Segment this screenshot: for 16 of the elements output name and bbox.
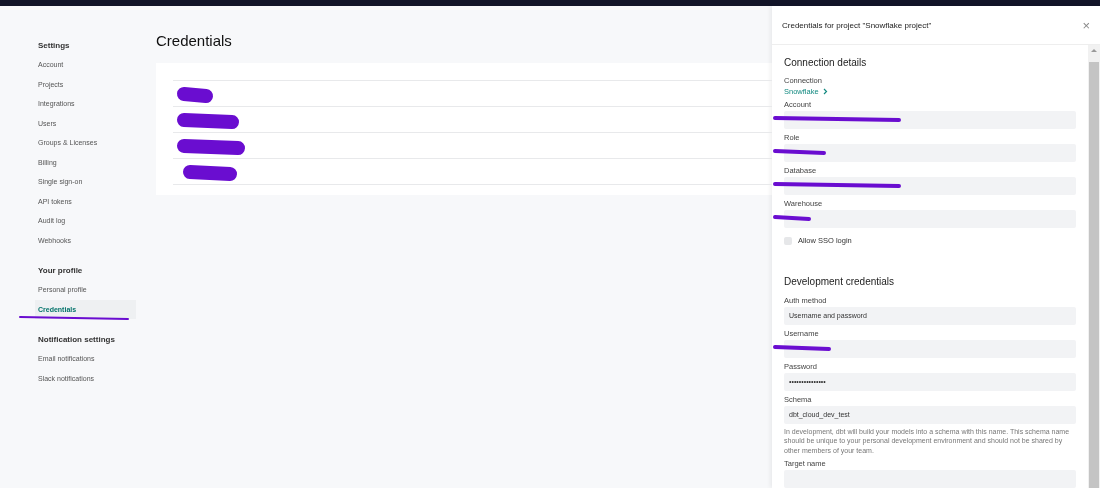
scrollbar[interactable]: [1088, 45, 1100, 488]
input-field[interactable]: [784, 144, 1076, 163]
page-title: Credentials: [156, 32, 233, 49]
panel-title: Credentials for project "Snowflake project": [782, 20, 932, 30]
sidebar-heading: Settings: [38, 39, 71, 52]
sidebar-heading: Your profile: [38, 264, 84, 277]
input-field[interactable]: [784, 111, 1076, 130]
section-heading: Development credentials: [784, 274, 896, 289]
input-field[interactable]: [784, 177, 1076, 196]
sidebar-heading: Notification settings: [38, 333, 116, 346]
section-heading: Connection details: [784, 55, 868, 70]
close-button[interactable]: ×: [1082, 17, 1090, 33]
chevron-icon: [822, 88, 828, 96]
input-field[interactable]: [784, 339, 1076, 358]
checkbox[interactable]: [784, 236, 792, 245]
input-field[interactable]: [784, 210, 1076, 229]
